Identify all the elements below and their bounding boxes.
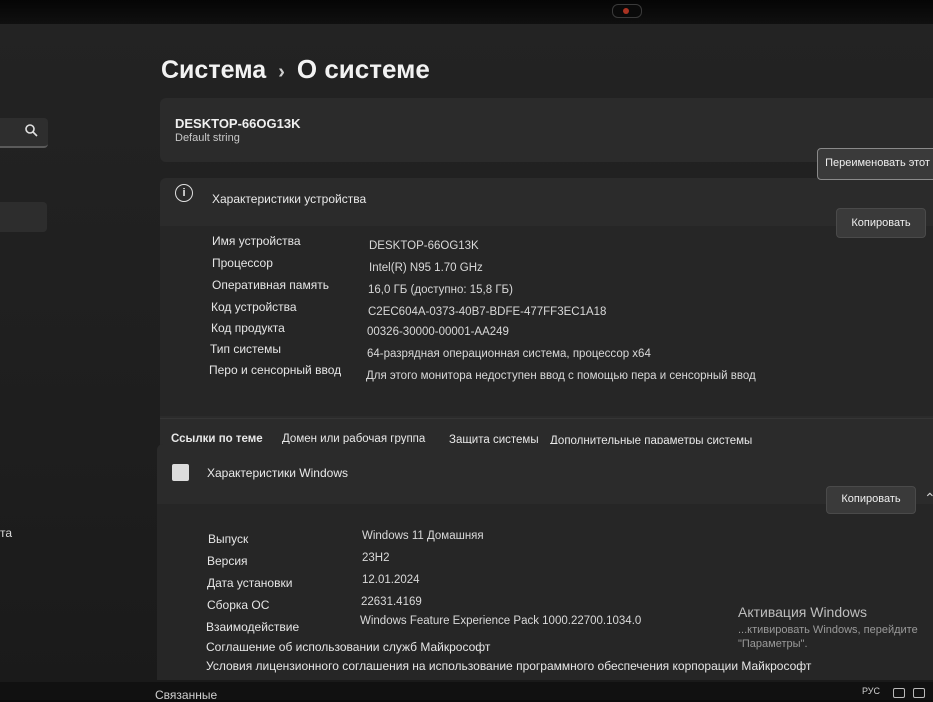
spec-value: 23H2 xyxy=(362,552,390,564)
spec-value: Windows Feature Experience Pack 1000.227… xyxy=(360,615,642,627)
language-indicator[interactable]: РУС xyxy=(862,686,880,696)
windows-logo-icon xyxy=(172,464,189,481)
device-specs-title: Характеристики устройства xyxy=(212,192,367,206)
breadcrumb-parent[interactable]: Система xyxy=(161,56,266,84)
link-microsoft-services-agreement[interactable]: Соглашение об использовании служб Майкро… xyxy=(206,640,490,654)
volume-icon[interactable] xyxy=(913,688,925,698)
network-icon[interactable] xyxy=(893,688,905,698)
spec-value: Windows 11 Домашняя xyxy=(362,530,484,542)
left-navigation: та xyxy=(0,24,150,700)
spec-value: Для этого монитора недоступен ввод с пом… xyxy=(366,370,756,382)
page-title: О системе xyxy=(296,54,430,84)
info-icon: i xyxy=(175,184,193,202)
device-specs-body: Имя устройства DESKTOP-66OG13K Процессор… xyxy=(160,226,933,416)
rename-pc-button[interactable]: Переименовать этот П xyxy=(817,148,933,180)
spec-label: Сборка ОС xyxy=(207,598,270,612)
spec-label: Выпуск xyxy=(208,532,249,546)
spec-label: Процессор xyxy=(212,256,273,270)
spec-value: 16,0 ГБ (доступно: 15,8 ГБ) xyxy=(368,284,513,296)
spec-label: Тип системы xyxy=(210,342,281,356)
chevron-up-icon[interactable]: ⌃ xyxy=(924,490,933,507)
spec-label: Перо и сенсорный ввод xyxy=(209,363,342,377)
spec-value: Intel(R) N95 1.70 GHz xyxy=(369,262,483,274)
breadcrumb-separator: › xyxy=(278,61,285,83)
search-input[interactable] xyxy=(0,118,48,148)
activation-title: Активация Windows xyxy=(738,604,868,620)
spec-label: Код продукта xyxy=(211,321,285,335)
nav-item-selected[interactable] xyxy=(0,202,47,232)
spec-value: 12.01.2024 xyxy=(362,574,420,586)
activation-line: ...ктивировать Windows, перейдите xyxy=(738,624,918,636)
spec-value: C2EC604A-0373-40B7-BDFE-477FF3EC1A18 xyxy=(368,306,607,318)
device-specs-card: i Характеристики устройства Имя устройст… xyxy=(160,178,933,456)
windows-specs-body: Выпуск Windows 11 Домашняя Версия 23H2 Д… xyxy=(157,504,933,680)
spec-label: Дата установки xyxy=(207,576,293,590)
spec-label: Оперативная память xyxy=(212,278,329,292)
spec-label: Взаимодействие xyxy=(206,620,300,634)
spec-value: 64-разрядная операционная система, проце… xyxy=(367,348,651,360)
nav-item-label[interactable]: та xyxy=(0,526,12,540)
activation-line: "Параметры". xyxy=(738,638,808,650)
spec-label: Версия xyxy=(207,554,248,568)
link-microsoft-license-terms[interactable]: Условия лицензионного соглашения на испо… xyxy=(206,659,811,673)
search-icon xyxy=(25,124,38,137)
taskbar xyxy=(0,682,933,700)
webcam-icon xyxy=(612,4,642,18)
windows-specs-title: Характеристики Windows xyxy=(207,466,348,480)
activation-watermark: Активация Windows ...ктивировать Windows… xyxy=(738,604,918,650)
screen-bezel xyxy=(0,0,933,24)
copy-device-specs-button[interactable]: Копировать xyxy=(836,208,926,238)
device-name: DESKTOP-66OG13K xyxy=(175,116,301,131)
breadcrumb: Система › О системе xyxy=(161,54,430,85)
device-subtitle: Default string xyxy=(175,132,240,144)
settings-window: та Система › О системе DESKTOP-66OG13K Def… xyxy=(0,24,933,702)
spec-label: Код устройства xyxy=(211,300,297,314)
spec-value: DESKTOP-66OG13K xyxy=(369,240,479,252)
spec-value: 22631.4169 xyxy=(361,596,422,608)
copy-windows-specs-button[interactable]: Копировать xyxy=(826,486,916,514)
device-specs-header[interactable]: i Характеристики устройства xyxy=(160,178,933,218)
spec-label: Имя устройства xyxy=(212,234,301,248)
spec-value: 00326-30000-00001-AA249 xyxy=(367,326,509,338)
